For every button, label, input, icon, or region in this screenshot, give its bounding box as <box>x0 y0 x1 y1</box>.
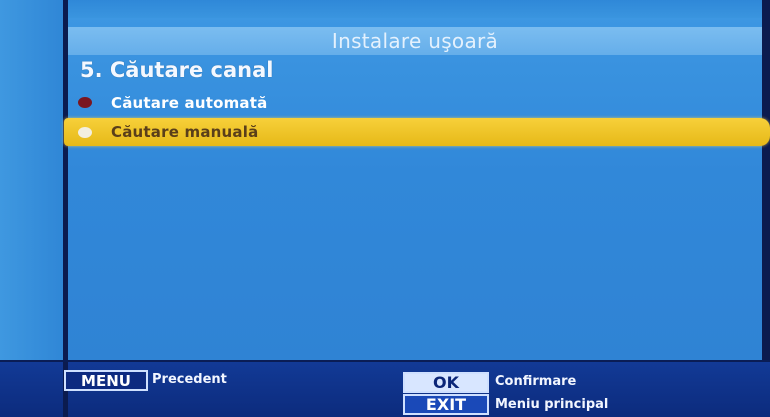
title-bar: Instalare uşoară <box>68 27 762 55</box>
ok-key-action: Confirmare <box>495 374 577 389</box>
right-frame-strip <box>762 0 770 360</box>
help-bar: MENU Precedent OK Confirmare EXIT Meniu … <box>0 360 770 417</box>
screen-top-edge <box>0 0 770 18</box>
bullet-icon <box>78 97 92 108</box>
bullet-icon <box>78 126 92 138</box>
ok-key[interactable]: OK <box>403 372 489 393</box>
menu-item-label: Căutare automată <box>111 93 268 112</box>
menu-item-auto-search[interactable]: Căutare automată <box>64 89 770 116</box>
section-title: 5. Căutare canal <box>80 58 274 82</box>
menu-item-label: Căutare manuală <box>111 123 259 141</box>
screen-title: Instalare uşoară <box>331 29 499 53</box>
left-frame-strip <box>0 0 65 360</box>
exit-key[interactable]: EXIT <box>403 394 489 415</box>
menu-item-manual-search[interactable]: Căutare manuală <box>64 118 770 146</box>
exit-key-action: Meniu principal <box>495 397 609 412</box>
menu-key-action: Precedent <box>152 372 227 387</box>
menu-key[interactable]: MENU <box>64 370 148 391</box>
